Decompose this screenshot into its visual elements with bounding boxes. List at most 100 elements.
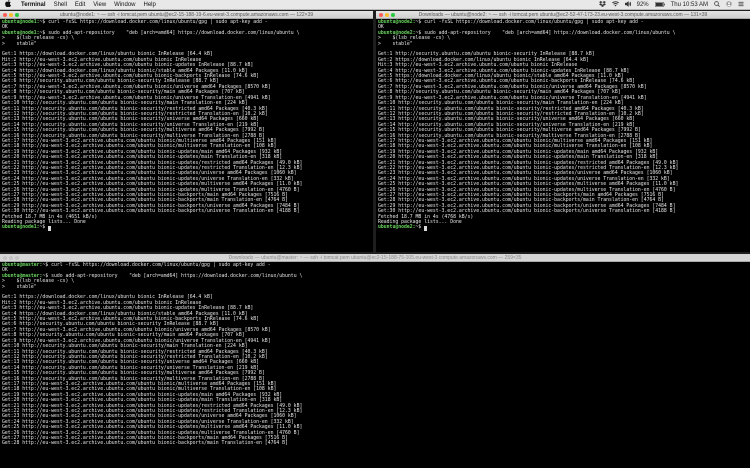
- window-titlebar[interactable]: Downloads — ubuntu@master: ~ — ssh -i to…: [0, 254, 750, 262]
- menu-terminal[interactable]: Terminal: [21, 2, 46, 8]
- close-icon[interactable]: [3, 255, 7, 260]
- output-text: Get:13 http://security.ubuntu.com/ubuntu…: [2, 117, 260, 123]
- output-text: OK: [2, 268, 8, 274]
- output-text: Fetched 18.7 MB in 4s (4651 kB/s): [2, 214, 98, 220]
- output-text: Get:20 http://eu-west-3.ec2.archive.ubun…: [2, 398, 283, 404]
- menu-help[interactable]: Help: [144, 2, 156, 8]
- command-text: ~$ sudo add-apt-repository "deb [arch=am…: [415, 30, 676, 36]
- list-icon[interactable]: [738, 1, 744, 9]
- output-text: Get:9 http://eu-west-3.ec2.archive.ubunt…: [2, 338, 271, 344]
- output-text: Get:30 http://eu-west-3.ec2.archive.ubun…: [2, 209, 300, 215]
- output-text: Get:9 http://eu-west-3.ec2.archive.ubunt…: [378, 95, 647, 101]
- window-title: ubuntu@node1: ~ — ssh -i tomcat.pem ubun…: [59, 11, 314, 18]
- output-text: Get:6 http://security.ubuntu.com/ubuntu …: [2, 322, 219, 328]
- battery-percent: 92%: [636, 2, 649, 8]
- output-text: Get:8 http://security.ubuntu.com/ubuntu …: [2, 90, 245, 96]
- output-text: Get:1 http://security.ubuntu.com/ubuntu …: [378, 52, 595, 58]
- menu-view[interactable]: View: [93, 2, 106, 8]
- output-text: > $(lsb_release -cs) \: [2, 279, 75, 285]
- minimize-icon[interactable]: [9, 255, 13, 260]
- menubar-clock[interactable]: Thu 10:53 AM: [671, 2, 708, 8]
- output-text: Get:8 http://security.ubuntu.com/ubuntu …: [378, 90, 621, 96]
- output-text: Get:23 http://eu-west-3.ec2.archive.ubun…: [378, 171, 673, 177]
- command-text: ~$: [415, 225, 425, 231]
- window-titlebar[interactable]: Downloads — ubuntu@node2: ~ — ssh -i tom…: [376, 11, 750, 19]
- output-text: Get:21 http://eu-west-3.ec2.archive.ubun…: [2, 403, 303, 409]
- wifi-icon[interactable]: [611, 1, 619, 9]
- output-text: Get:25 http://eu-west-3.ec2.archive.ubun…: [2, 425, 303, 431]
- output-text: Get:13 http://security.ubuntu.com/ubuntu…: [2, 360, 260, 366]
- window-titlebar[interactable]: ubuntu@node1: ~ — ssh -i tomcat.pem ubun…: [0, 11, 373, 19]
- output-text: Get:4 https://download.docker.com/linux/…: [2, 68, 248, 74]
- output-text: Get:15 http://security.ubuntu.com/ubuntu…: [2, 371, 265, 377]
- output-text: > $(lsb_release -cs) \: [378, 36, 451, 42]
- output-text: > stable": [2, 284, 37, 290]
- close-icon[interactable]: [3, 12, 7, 17]
- output-text: Get:10 http://security.ubuntu.com/ubuntu…: [2, 101, 248, 107]
- output-text: Get:3 http://eu-west-3.ec2.archive.ubunt…: [2, 63, 254, 69]
- maximize-icon[interactable]: [391, 12, 395, 17]
- menu-bar: Terminal Shell Edit View Window Help 92%…: [0, 0, 750, 10]
- output-text: Get:26 http://eu-west-3.ec2.archive.ubun…: [2, 430, 300, 436]
- terminal-cursor: [48, 225, 52, 231]
- minimize-icon[interactable]: [9, 12, 13, 17]
- terminal-window-node2[interactable]: Downloads — ubuntu@node2: ~ — ssh -i tom…: [376, 11, 750, 252]
- volume-icon[interactable]: [624, 1, 632, 9]
- menu-shell[interactable]: Shell: [54, 2, 67, 8]
- terminal-output[interactable]: ubuntu@node1: ~$ curl -fsSL https://downl…: [0, 19, 373, 232]
- output-text: Get:28 http://eu-west-3.ec2.archive.ubun…: [2, 198, 288, 204]
- output-text: Get:18 http://eu-west-3.ec2.archive.ubun…: [2, 387, 277, 393]
- output-text: Get:6 http://eu-west-3.ec2.archive.ubunt…: [378, 79, 636, 85]
- output-text: Get:18 http://eu-west-3.ec2.archive.ubun…: [378, 144, 653, 150]
- output-text: Get:14 http://security.ubuntu.com/ubuntu…: [378, 122, 636, 128]
- output-text: Get:8 http://security.ubuntu.com/ubuntu …: [2, 333, 245, 339]
- maximize-icon[interactable]: [15, 12, 19, 17]
- output-text: Get:16 http://security.ubuntu.com/ubuntu…: [378, 133, 641, 139]
- output-text: Get:16 http://security.ubuntu.com/ubuntu…: [2, 133, 265, 139]
- terminal-line: ubuntu@node2:~$: [378, 225, 748, 231]
- output-text: Get:19 http://eu-west-3.ec2.archive.ubun…: [378, 149, 659, 155]
- output-text: Get:18 http://eu-west-3.ec2.archive.ubun…: [2, 144, 277, 150]
- close-icon[interactable]: [379, 12, 383, 17]
- apple-menu-icon[interactable]: [3, 0, 13, 9]
- output-text: > stable": [2, 41, 37, 47]
- command-text: ~$ curl -fsSL https://download.docker.co…: [42, 263, 271, 268]
- output-text: > stable": [378, 41, 413, 47]
- output-text: Get:1 https://download.docker.com/linux/…: [2, 295, 213, 301]
- output-text: Get:11 http://security.ubuntu.com/ubuntu…: [378, 106, 644, 112]
- terminal-window-node1[interactable]: ubuntu@node1: ~ — ssh -i tomcat.pem ubun…: [0, 11, 373, 252]
- battery-icon[interactable]: [654, 1, 665, 9]
- search-icon[interactable]: [714, 1, 720, 9]
- output-text: Get:25 http://eu-west-3.ec2.archive.ubun…: [2, 182, 303, 188]
- maximize-icon[interactable]: [15, 255, 19, 260]
- output-text: Get:4 http://eu-west-3.ec2.archive.ubunt…: [378, 68, 630, 74]
- output-text: Get:19 http://eu-west-3.ec2.archive.ubun…: [2, 149, 283, 155]
- minimize-icon[interactable]: [385, 12, 389, 17]
- terminal-line: Get:28 http://eu-west-3.ec2.archive.ubun…: [2, 441, 748, 446]
- window-title: Downloads — ubuntu@master: ~ — ssh -i to…: [228, 254, 522, 261]
- terminal-window-master[interactable]: Downloads — ubuntu@master: ~ — ssh -i to…: [0, 254, 750, 468]
- dropbox-icon[interactable]: [598, 1, 606, 9]
- output-text: Get:4 https://download.docker.com/linux/…: [2, 311, 248, 317]
- output-text: OK: [2, 25, 8, 31]
- output-text: Get:26 http://eu-west-3.ec2.archive.ubun…: [378, 187, 676, 193]
- output-text: Get:6 http://security.ubuntu.com/ubuntu …: [2, 79, 219, 85]
- prompt-user-host: ubuntu@master:: [2, 263, 43, 268]
- output-text: Get:10 http://security.ubuntu.com/ubuntu…: [378, 101, 624, 107]
- output-text: Get:1 https://download.docker.com/linux/…: [2, 52, 213, 58]
- output-text: Get:16 http://security.ubuntu.com/ubuntu…: [2, 376, 265, 382]
- terminal-output[interactable]: ubuntu@node2: ~$ curl -fsSL https://downl…: [376, 19, 750, 232]
- menu-edit[interactable]: Edit: [75, 2, 85, 8]
- output-text: Get:15 http://security.ubuntu.com/ubuntu…: [378, 128, 641, 134]
- output-text: Get:21 http://eu-west-3.ec2.archive.ubun…: [2, 160, 303, 166]
- output-text: Get:14 http://security.ubuntu.com/ubuntu…: [2, 365, 260, 371]
- output-text: Get:19 http://eu-west-3.ec2.archive.ubun…: [2, 392, 283, 398]
- command-text: ~$ curl -fsSL https://download.docker.co…: [415, 20, 644, 25]
- user-icon[interactable]: [726, 1, 732, 9]
- status-area: 92% Thu 10:53 AM: [598, 0, 744, 10]
- output-text: Get:11 http://security.ubuntu.com/ubuntu…: [2, 106, 268, 112]
- terminal-output[interactable]: ubuntu@master:~$ curl -fsSL https://down…: [0, 262, 750, 448]
- output-text: Fetched 18.7 MB in 4s (4768 kB/s): [378, 214, 474, 220]
- output-text: Get:9 http://eu-west-3.ec2.archive.ubunt…: [2, 95, 271, 101]
- menu-window[interactable]: Window: [114, 2, 135, 8]
